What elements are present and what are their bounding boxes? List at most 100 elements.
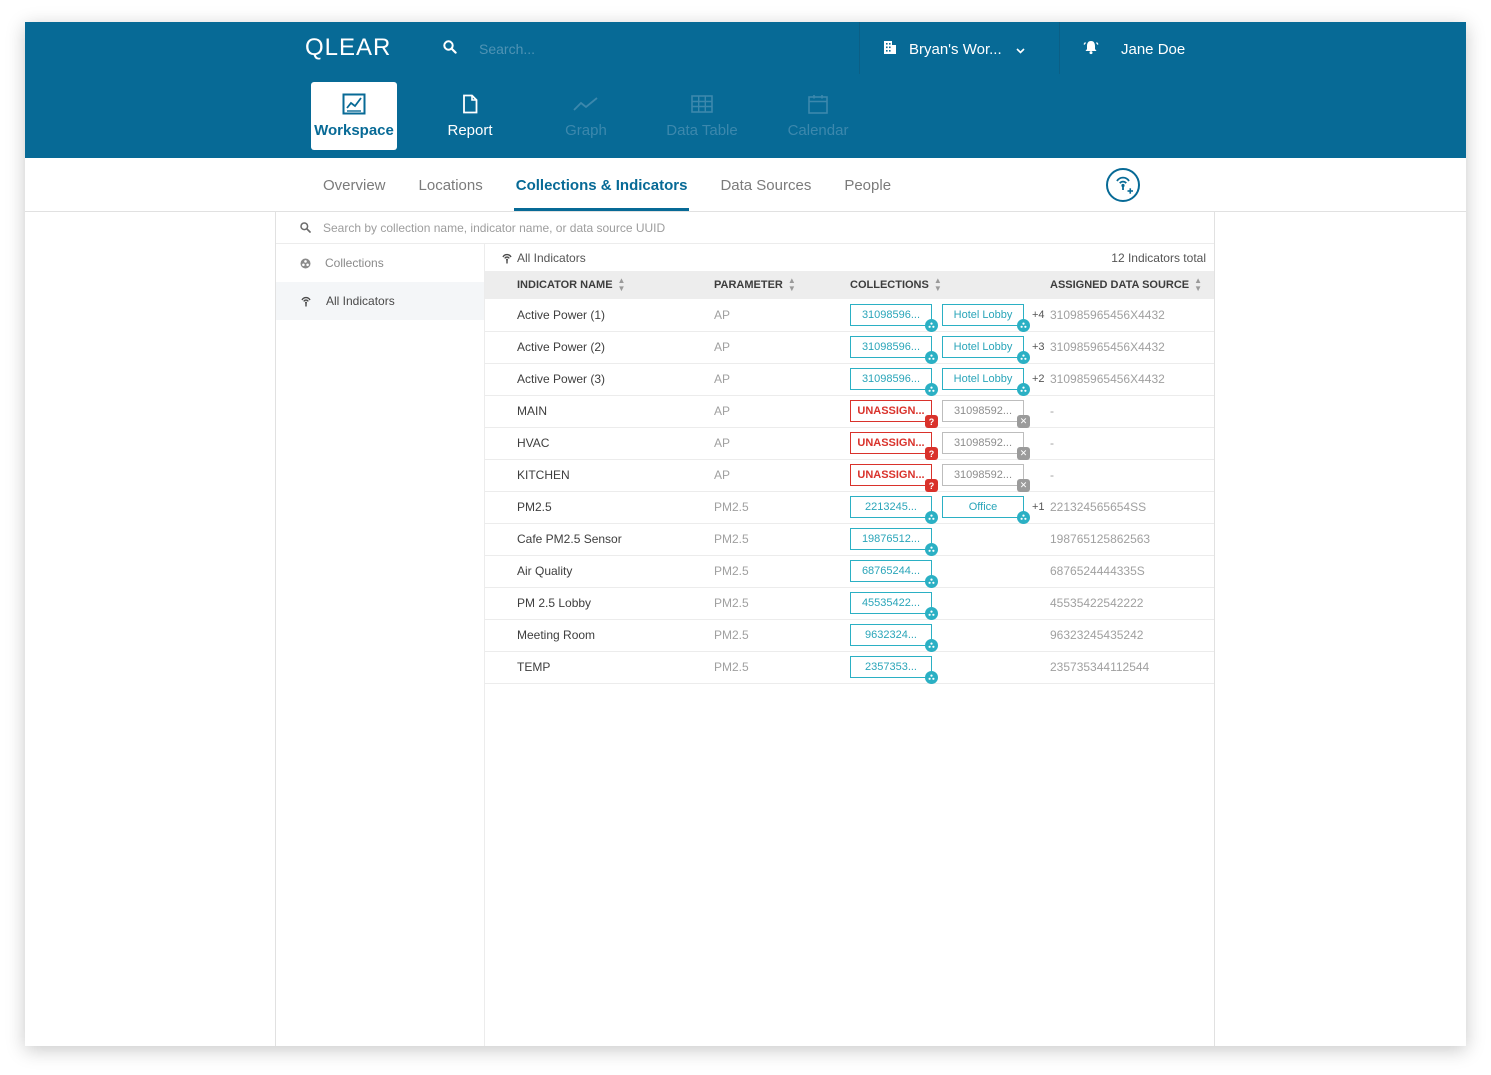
bell-icon[interactable]: [1083, 39, 1099, 59]
collection-chip[interactable]: 31098592... ✕: [942, 464, 1030, 492]
collection-chip[interactable]: 31098592... ✕: [942, 432, 1030, 460]
nav-tab-graph[interactable]: Graph: [543, 82, 629, 150]
more-collections-count[interactable]: +1: [1032, 501, 1045, 513]
table-row[interactable]: Active Power (3) AP 31098596... Hotel Lobby…: [485, 363, 1214, 396]
indicator-name[interactable]: Active Power (1): [485, 299, 682, 332]
sidebar-item-label: All Indicators: [326, 294, 395, 308]
indicator-collections: UNASSIGN...? 31098592... ✕: [788, 459, 1050, 492]
indicator-search[interactable]: [276, 212, 1214, 244]
column-header-collections[interactable]: Collections ▲ ▼: [788, 271, 1050, 299]
sub-tab-collections-indicators[interactable]: Collections & Indicators: [513, 158, 690, 212]
collection-icon: [300, 258, 311, 269]
chip-label: Hotel Lobby: [953, 373, 1013, 385]
table-header-row: Indicator Name▲▼ Parameter▲▼ Collections…: [485, 271, 1214, 299]
sub-tab-data-sources[interactable]: Data Sources: [720, 158, 811, 212]
assigned-data-source: 310985965456X4432: [1050, 299, 1214, 332]
unassigned-chip[interactable]: UNASSIGN...?: [850, 400, 938, 428]
assigned-data-source: 6876524444335S: [1050, 555, 1214, 588]
sub-tab-locations[interactable]: Locations: [419, 158, 483, 212]
sort-icon: ▲▼: [1194, 276, 1203, 293]
indicator-name[interactable]: MAIN: [485, 395, 682, 428]
nav-tab-report[interactable]: Report: [427, 82, 513, 150]
column-header-assigned-data-source[interactable]: Assigned Data Source ▲ ▼: [1050, 271, 1214, 299]
column-header-indicator-name[interactable]: Indicator Name ▲ ▼: [485, 271, 682, 299]
table-row[interactable]: Meeting Room PM2.5 9632324... 9632324543524…: [485, 619, 1214, 652]
search-icon: [443, 39, 457, 59]
collection-chip[interactable]: 45535422...: [850, 592, 938, 620]
document-icon: [462, 92, 478, 116]
indicator-name[interactable]: KITCHEN: [485, 459, 682, 492]
indicator-collections: 2213245... Office +1: [788, 491, 1050, 524]
table-row[interactable]: Active Power (1) AP 31098596... Hotel Lobby…: [485, 299, 1214, 332]
collection-chip[interactable]: Office: [942, 496, 1030, 524]
collection-chip[interactable]: 19876512...: [850, 528, 938, 556]
app-logo[interactable]: QLEAR: [305, 34, 391, 62]
sub-tab-overview[interactable]: Overview: [323, 158, 386, 212]
collection-chip[interactable]: 31098596...: [850, 336, 938, 364]
collection-chip[interactable]: 2357353...: [850, 656, 938, 684]
column-header-parameter[interactable]: Parameter▲▼: [682, 271, 796, 299]
global-search[interactable]: [443, 38, 779, 60]
indicator-name[interactable]: TEMP: [485, 651, 682, 684]
table-row[interactable]: Air Quality PM2.5 68765244... 6876524444335…: [485, 555, 1214, 588]
indicator-collections: UNASSIGN...? 31098592... ✕: [788, 395, 1050, 428]
search-icon: [300, 222, 311, 233]
sidebar-item-collections[interactable]: Collections: [276, 244, 484, 282]
sidebar-item-all-indicators[interactable]: All Indicators: [276, 282, 484, 320]
workspace-selector[interactable]: Bryan's Wor...: [883, 38, 1025, 60]
nav-tab-workspace[interactable]: Workspace: [311, 82, 397, 150]
table-row[interactable]: TEMP PM2.5 2357353... 235735344112544: [485, 651, 1214, 684]
table-row[interactable]: Cafe PM2.5 Sensor PM2.5 19876512... 1987651…: [485, 523, 1214, 556]
grid-table-icon: [691, 92, 713, 116]
table-row[interactable]: KITCHEN AP UNASSIGN...? 31098592... ✕ -: [485, 459, 1214, 492]
collection-chip[interactable]: 9632324...: [850, 624, 938, 652]
user-name: Jane Doe: [1121, 40, 1186, 58]
more-collections-count[interactable]: +2: [1032, 373, 1045, 385]
collection-chip[interactable]: Hotel Lobby: [942, 368, 1030, 396]
sub-tab-people[interactable]: People: [844, 158, 891, 212]
more-collections-count[interactable]: +3: [1032, 341, 1045, 353]
divider: [1059, 22, 1060, 74]
indicator-name[interactable]: PM2.5: [485, 491, 682, 524]
add-indicator-button[interactable]: [1106, 168, 1140, 202]
nav-tab-calendar[interactable]: Calendar: [775, 82, 861, 150]
collection-chip[interactable]: Hotel Lobby: [942, 336, 1030, 364]
indicator-parameter: AP: [682, 363, 788, 396]
indicator-name[interactable]: Active Power (2): [485, 331, 682, 364]
assigned-data-source: 310985965456X4432: [1050, 363, 1214, 396]
chip-label: UNASSIGN...: [857, 405, 925, 417]
more-collections-count[interactable]: +4: [1032, 309, 1045, 321]
assigned-data-source: -: [1050, 459, 1214, 492]
table-row[interactable]: Active Power (2) AP 31098596... Hotel Lobby…: [485, 331, 1214, 364]
collection-chip[interactable]: 31098596...: [850, 303, 938, 332]
indicator-parameter: AP: [682, 427, 788, 460]
indicator-name[interactable]: Cafe PM2.5 Sensor: [485, 523, 682, 556]
indicator-name[interactable]: HVAC: [485, 427, 682, 460]
indicator-name[interactable]: Meeting Room: [485, 619, 682, 652]
assigned-data-source: 198765125862563: [1050, 523, 1214, 556]
chip-label: 31098592...: [953, 437, 1013, 449]
unassigned-chip[interactable]: UNASSIGN...?: [850, 464, 938, 492]
collection-chip[interactable]: 2213245...: [850, 496, 938, 524]
sub-nav: Overview Locations Collections & Indicat…: [25, 158, 1466, 212]
table-row[interactable]: MAIN AP UNASSIGN...? 31098592... ✕ -: [485, 395, 1214, 428]
indicator-name[interactable]: PM 2.5 Lobby: [485, 587, 682, 620]
collection-icon: [925, 318, 938, 332]
unassigned-chip[interactable]: UNASSIGN...?: [850, 432, 938, 460]
table-row[interactable]: HVAC AP UNASSIGN...? 31098592... ✕ -: [485, 427, 1214, 460]
table-row[interactable]: PM2.5 PM2.5 2213245... Office +1 221324565654…: [485, 491, 1214, 524]
indicator-name[interactable]: Air Quality: [485, 555, 682, 588]
collection-chip[interactable]: 31098592... ✕: [942, 400, 1030, 428]
chip-label: 19876512...: [861, 533, 921, 545]
collection-chip[interactable]: 31098596...: [850, 368, 938, 396]
divider: [859, 22, 860, 74]
user-menu[interactable]: Jane Doe: [1083, 38, 1185, 60]
nav-tab-data-table[interactable]: Data Table: [659, 82, 745, 150]
calendar-icon: [808, 92, 828, 116]
indicator-name[interactable]: Active Power (3): [485, 363, 682, 396]
global-search-input[interactable]: [479, 41, 779, 57]
collection-chip[interactable]: 68765244...: [850, 560, 938, 588]
collection-chip[interactable]: Hotel Lobby: [942, 303, 1030, 332]
table-row[interactable]: PM 2.5 Lobby PM2.5 45535422... 455354225422…: [485, 587, 1214, 620]
indicator-search-input[interactable]: [323, 220, 923, 235]
